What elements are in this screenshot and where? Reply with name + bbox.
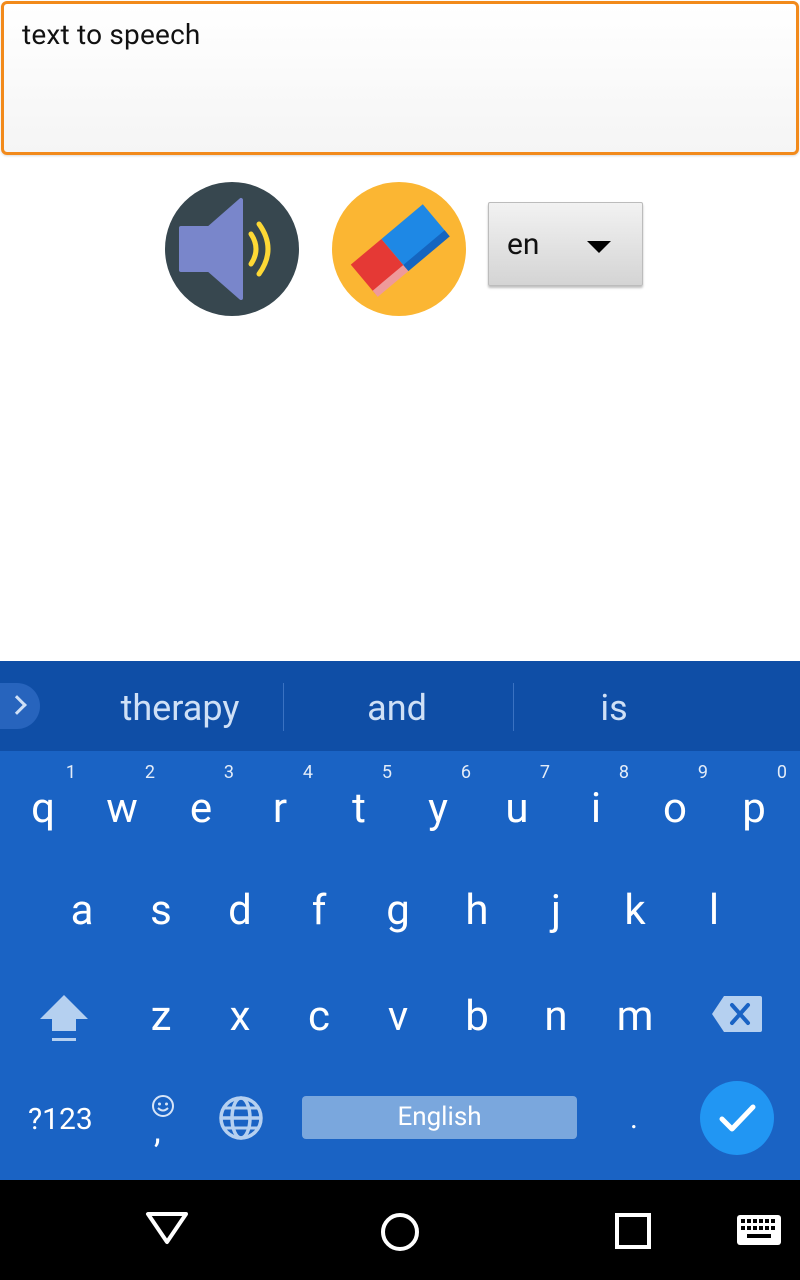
enter-key[interactable]	[700, 1081, 774, 1155]
clear-button[interactable]	[332, 182, 466, 316]
key-i[interactable]: 8i	[561, 763, 631, 859]
expand-suggestions-button[interactable]	[0, 683, 40, 729]
suggestion-3[interactable]: is	[580, 687, 648, 729]
key-t[interactable]: 5t	[324, 763, 394, 859]
speak-button[interactable]	[165, 182, 299, 316]
key-w[interactable]: 2w	[87, 763, 157, 859]
key-k[interactable]: k	[600, 881, 670, 961]
key-n[interactable]: n	[521, 987, 591, 1067]
shift-arrow-icon	[40, 995, 88, 1041]
comma-label: ,	[154, 1111, 161, 1151]
checkmark-icon	[719, 1104, 756, 1132]
backspace-icon	[712, 996, 762, 1032]
key-x[interactable]: x	[205, 987, 275, 1067]
space-key[interactable]: English	[302, 1096, 577, 1139]
suggestion-1[interactable]: therapy	[110, 687, 250, 729]
key-g[interactable]: g	[363, 881, 433, 961]
key-a[interactable]: a	[47, 881, 117, 961]
key-j[interactable]: j	[521, 881, 591, 961]
key-h[interactable]: h	[442, 881, 512, 961]
symbols-key[interactable]: ?123	[28, 1102, 93, 1137]
text-input[interactable]: text to speech	[1, 1, 799, 155]
language-select[interactable]: en	[488, 202, 643, 286]
key-d[interactable]: d	[205, 881, 275, 961]
keyboard-icon[interactable]	[736, 1214, 782, 1246]
suggestion-divider	[283, 683, 284, 731]
key-e[interactable]: 3e	[166, 763, 236, 859]
backspace-key[interactable]	[710, 994, 764, 1038]
globe-icon	[219, 1096, 263, 1140]
recents-icon[interactable]	[612, 1210, 654, 1252]
key-c[interactable]: c	[284, 987, 354, 1067]
eraser-icon	[350, 204, 450, 297]
suggestion-2[interactable]: and	[340, 687, 454, 729]
key-p[interactable]: 0p	[719, 763, 789, 859]
dropdown-arrow-icon	[587, 241, 611, 253]
key-b[interactable]: b	[442, 987, 512, 1067]
shift-key[interactable]	[36, 991, 92, 1051]
key-z[interactable]: z	[126, 987, 196, 1067]
text-input-value: text to speech	[22, 18, 201, 51]
language-switch-key[interactable]	[218, 1095, 264, 1145]
home-icon[interactable]	[378, 1210, 422, 1254]
language-value: en	[507, 227, 540, 262]
back-icon[interactable]	[144, 1208, 190, 1248]
key-v[interactable]: v	[363, 987, 433, 1067]
key-u[interactable]: 7u	[482, 763, 552, 859]
emoji-comma-key[interactable]: ,	[148, 1093, 178, 1151]
key-q[interactable]: 1q	[8, 763, 78, 859]
key-l[interactable]: l	[679, 881, 749, 961]
key-m[interactable]: m	[600, 987, 670, 1067]
suggestion-divider	[513, 683, 514, 731]
suggestion-bar: therapy and is	[0, 661, 800, 751]
key-y[interactable]: 6y	[403, 763, 473, 859]
key-r[interactable]: 4r	[245, 763, 315, 859]
chevron-right-icon	[7, 695, 27, 715]
period-key[interactable]: .	[630, 1101, 638, 1136]
speaker-icon	[179, 198, 271, 300]
key-f[interactable]: f	[284, 881, 354, 961]
navigation-bar	[0, 1180, 800, 1280]
key-o[interactable]: 9o	[640, 763, 710, 859]
key-s[interactable]: s	[126, 881, 196, 961]
soft-keyboard: therapy and is 1q 2w 3e 4r 5t 6y 7u 8i 9…	[0, 661, 800, 1180]
